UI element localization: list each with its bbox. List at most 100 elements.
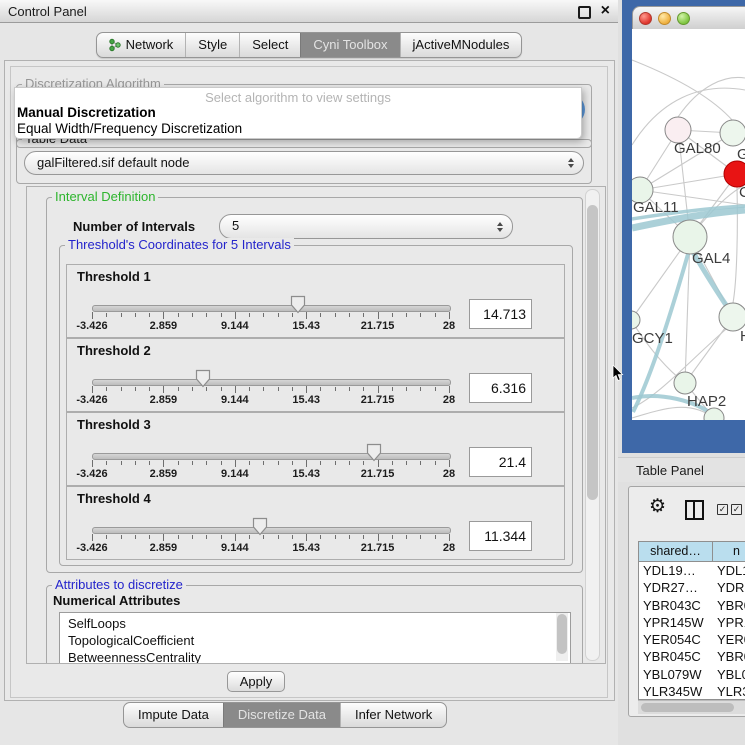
viewport-vertical-scrollbar[interactable] [585,189,600,661]
table-cell[interactable]: YPR1 [713,614,745,631]
slider-thumb[interactable] [366,443,382,462]
table-row[interactable]: YER054CYER0 [639,631,745,648]
slider-tick [92,386,93,393]
slider-track[interactable] [92,379,451,386]
dropdown-option-manual-discretization[interactable]: Manual Discretization [15,105,581,121]
attribute-item-topologicalcoefficient[interactable]: TopologicalCoefficient [60,632,570,649]
table-horizontal-scrollbar[interactable] [638,700,745,714]
slider-scale-label: -3.426 [76,320,107,332]
table-cell[interactable]: YER0 [713,631,745,648]
split-columns-icon[interactable] [685,500,704,520]
network-node-hap2[interactable] [674,372,696,394]
slider-tick [149,313,150,317]
table-cell[interactable]: YER054C [639,631,713,648]
threshold-slider[interactable]: -3.4262.8599.14415.4321.71528 [67,487,467,559]
slider-tick [221,313,222,317]
slider-tick [206,461,207,465]
slider-track[interactable] [92,305,451,312]
table-row[interactable]: YBL079WYBL0 [639,666,745,683]
network-node-label: HAP2 [687,393,726,410]
slider-tick [221,535,222,539]
table-cell[interactable]: YDR2 [713,579,745,596]
slider-track[interactable] [92,527,451,534]
table-cell[interactable]: YLR345W [639,683,713,700]
table-row[interactable]: YPR145WYPR1 [639,614,745,631]
slider-tick [392,535,393,539]
slider-tick [306,312,307,319]
network-node-g-[interactable] [720,120,745,146]
close-icon[interactable]: × [601,1,610,21]
column-header-0[interactable]: shared… [639,542,713,561]
slider-scale: -3.4262.8599.14415.4321.71528 [67,468,467,480]
table-data-combobox[interactable]: galFiltered.sif default node [24,151,584,175]
table-cell[interactable]: YDL19… [639,562,713,579]
threshold-value-field[interactable] [469,521,532,551]
threshold-row: Threshold 3 -3.4262.8599.14415.4321.7152… [66,412,565,486]
network-canvas[interactable]: GAL80G.GAL11GAL4GCY1HHAP2C [632,29,745,420]
slider-tick [306,460,307,467]
checkbox-icon[interactable]: ✓ [717,504,728,515]
slider-scale-label: -3.426 [76,468,107,480]
bottom-tab-discretize-data[interactable]: Discretize Data [223,703,340,727]
float-window-icon[interactable] [578,6,591,19]
dropdown-option-equal-width-frequency[interactable]: Equal Width/Frequency Discretization [15,121,581,137]
table-cell[interactable]: YBR0 [713,648,745,665]
table-row[interactable]: YBR045CYBR0 [639,648,745,665]
table-cell[interactable]: YBR0 [713,597,745,614]
bottom-tab-infer-network[interactable]: Infer Network [340,703,446,727]
tab-cyni-toolbox[interactable]: Cyni Toolbox [300,33,399,57]
slider-thumb[interactable] [252,517,268,536]
table-cell[interactable]: YLR3 [713,683,745,700]
network-node-gal4[interactable] [673,220,707,254]
slider-tick [363,387,364,391]
slider-tick [121,535,122,539]
tab-jactivemnodules[interactable]: jActiveMNodules [400,33,522,57]
threshold-value-field[interactable] [469,299,532,329]
table-cell[interactable]: YDL1 [713,562,745,579]
table-cell[interactable]: YBL079W [639,666,713,683]
network-node-gcy1[interactable] [632,311,640,329]
threshold-slider[interactable]: -3.4262.8599.14415.4321.71528 [67,265,467,337]
slider-thumb[interactable] [290,295,306,314]
checkbox-icon[interactable]: ✓ [731,504,742,515]
column-header-1[interactable]: n [713,542,745,561]
table-row[interactable]: YBR043CYBR0 [639,597,745,614]
node-table: shared…n YDL19…YDL1YDR27…YDR2YBR043CYBR0… [638,541,745,700]
tab-network[interactable]: Network [97,33,186,57]
number-of-intervals-combobox[interactable]: 5 [219,214,513,239]
threshold-value-field[interactable] [469,447,532,477]
slider-scale-label: 28 [443,542,455,554]
apply-button[interactable]: Apply [227,671,285,692]
table-cell[interactable]: YBR045C [639,648,713,665]
slider-track[interactable] [92,453,451,460]
tab-style[interactable]: Style [185,33,239,57]
table-cell[interactable]: YBR043C [639,597,713,614]
table-row[interactable]: YDL19…YDL1 [639,562,745,579]
table-cell[interactable]: YPR145W [639,614,713,631]
tab-select[interactable]: Select [239,33,300,57]
slider-tick [320,535,321,539]
table-row[interactable]: YLR345WYLR3 [639,683,745,700]
threshold-value-field[interactable] [469,373,532,403]
table-cell[interactable]: YDR27… [639,579,713,596]
slider-tick [420,461,421,465]
slider-scale-label: 28 [443,320,455,332]
network-node-h[interactable] [719,303,745,331]
slider-tick [249,535,250,539]
slider-tick [378,386,379,393]
minimize-traffic-light-icon[interactable] [658,12,671,25]
close-traffic-light-icon[interactable] [639,12,652,25]
attribute-item-selfloops[interactable]: SelfLoops [60,615,570,632]
attribute-item-betweennesscentrality[interactable]: BetweennessCentrality [60,649,570,664]
table-cell[interactable]: YBL0 [713,666,745,683]
threshold-slider[interactable]: -3.4262.8599.14415.4321.71528 [67,339,467,411]
table-row[interactable]: YDR27…YDR2 [639,579,745,596]
gear-icon[interactable]: ⚙ [649,496,666,518]
network-window-titlebar[interactable] [632,6,745,29]
threshold-slider[interactable]: -3.4262.8599.14415.4321.71528 [67,413,467,485]
slider-tick [235,386,236,393]
zoom-traffic-light-icon[interactable] [677,12,690,25]
attributes-list-scrollbar[interactable] [556,613,568,661]
slider-thumb[interactable] [195,369,211,388]
bottom-tab-impute-data[interactable]: Impute Data [124,703,223,727]
